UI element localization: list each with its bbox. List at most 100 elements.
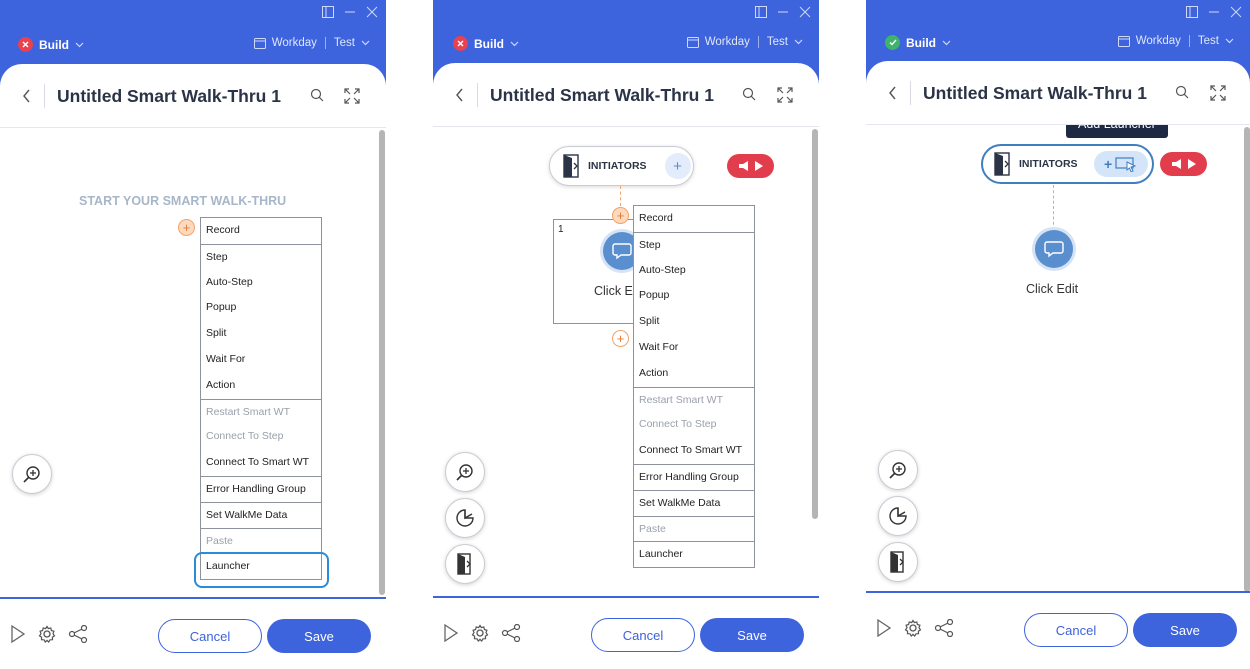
door-exit-icon xyxy=(563,154,579,178)
flow-canvas[interactable]: INITIATORS + 1 Click Edit + + Record Ste… xyxy=(433,127,819,597)
close-icon[interactable] xyxy=(366,6,378,18)
initiators-node[interactable]: INITIATORS + xyxy=(981,144,1154,184)
add-step-button[interactable]: + xyxy=(178,219,195,236)
chevron-down-icon xyxy=(942,40,951,45)
back-arrow-icon[interactable] xyxy=(888,86,897,100)
search-icon[interactable] xyxy=(1175,85,1189,99)
save-button[interactable]: Save xyxy=(267,619,371,653)
minimize-icon[interactable] xyxy=(1208,6,1220,18)
build-dropdown[interactable]: Build xyxy=(18,37,84,52)
panel-3: Build Workday Test Untitled Smart Walk-T… xyxy=(866,0,1250,669)
editor-card: Untitled Smart Walk-Thru 1 INITIATORS + … xyxy=(433,63,819,668)
menu-item-restart-smart-wt: Restart Smart WT xyxy=(634,386,754,413)
menu-item-connect-to-smart-wt[interactable]: Connect To Smart WT xyxy=(634,438,754,464)
dock-icon[interactable] xyxy=(1186,6,1198,18)
scrollbar[interactable] xyxy=(812,129,818,519)
menu-item-popup[interactable]: Popup xyxy=(634,283,754,309)
back-arrow-icon[interactable] xyxy=(22,89,31,103)
close-icon[interactable] xyxy=(799,6,811,18)
save-button[interactable]: Save xyxy=(700,618,804,652)
menu-item-paste: Paste xyxy=(201,527,321,554)
speech-bubble-icon xyxy=(612,243,632,260)
menu-item-restart-smart-wt: Restart Smart WT xyxy=(201,398,321,425)
cancel-button[interactable]: Cancel xyxy=(158,619,262,653)
close-icon[interactable] xyxy=(1230,6,1242,18)
menu-item-wait-for[interactable]: Wait For xyxy=(634,335,754,361)
page-title[interactable]: Untitled Smart Walk-Thru 1 xyxy=(57,86,281,107)
add-step-after-button[interactable]: + xyxy=(612,330,629,347)
minimize-icon[interactable] xyxy=(344,6,356,18)
scrollbar[interactable] xyxy=(1244,127,1250,592)
add-initiator-button[interactable]: + xyxy=(664,153,691,179)
menu-item-action[interactable]: Action xyxy=(201,373,321,399)
menu-item-auto-step[interactable]: Auto-Step xyxy=(201,270,321,296)
launch-indicator[interactable] xyxy=(727,154,774,178)
chevron-down-icon xyxy=(361,40,370,46)
cancel-button[interactable]: Cancel xyxy=(591,618,695,652)
save-button[interactable]: Save xyxy=(1133,613,1237,647)
gear-icon[interactable] xyxy=(471,624,489,642)
dock-icon[interactable] xyxy=(755,6,767,18)
build-dropdown[interactable]: Build xyxy=(453,36,519,51)
menu-item-launcher[interactable]: Launcher xyxy=(634,541,754,567)
play-icon[interactable] xyxy=(876,619,892,637)
share-icon[interactable] xyxy=(501,624,521,642)
play-icon[interactable] xyxy=(443,624,459,642)
scrollbar[interactable] xyxy=(379,130,385,595)
expand-icon[interactable] xyxy=(344,88,360,104)
error-status-icon xyxy=(453,36,468,51)
menu-item-error-handling-group[interactable]: Error Handling Group xyxy=(201,475,321,502)
step-node[interactable] xyxy=(1035,230,1073,268)
step-card[interactable]: 1 Click Edit xyxy=(553,219,646,324)
expand-icon[interactable] xyxy=(1210,85,1226,101)
environment-selector[interactable]: Workday Test xyxy=(253,37,370,49)
analytics-button[interactable] xyxy=(878,496,918,536)
page-title[interactable]: Untitled Smart Walk-Thru 1 xyxy=(490,85,714,106)
menu-item-step[interactable]: Step xyxy=(201,243,321,270)
add-launcher-tooltip: Add Launcher xyxy=(1066,125,1168,138)
menu-item-auto-step[interactable]: Auto-Step xyxy=(634,258,754,284)
zoom-in-button[interactable] xyxy=(878,450,918,490)
flow-canvas[interactable]: INITIATORS + Add Launcher Click Edit xyxy=(866,125,1250,595)
menu-item-popup[interactable]: Popup xyxy=(201,295,321,321)
add-launcher-button[interactable]: + xyxy=(1093,151,1148,177)
menu-item-step[interactable]: Step xyxy=(634,231,754,258)
build-dropdown[interactable]: Build xyxy=(885,35,951,50)
dock-icon[interactable] xyxy=(322,6,334,18)
menu-item-set-walkme-data[interactable]: Set WalkMe Data xyxy=(634,489,754,516)
page-title[interactable]: Untitled Smart Walk-Thru 1 xyxy=(923,83,1147,104)
menu-item-split[interactable]: Split xyxy=(201,321,321,347)
menu-item-split[interactable]: Split xyxy=(634,309,754,335)
initiators-node[interactable]: INITIATORS + xyxy=(549,146,694,186)
share-icon[interactable] xyxy=(68,625,88,643)
share-icon[interactable] xyxy=(934,619,954,637)
gear-icon[interactable] xyxy=(904,619,922,637)
initiators-button[interactable] xyxy=(878,542,918,582)
search-icon[interactable] xyxy=(742,87,756,101)
initiators-button[interactable] xyxy=(445,544,485,584)
expand-icon[interactable] xyxy=(777,87,793,103)
search-icon[interactable] xyxy=(310,88,324,102)
menu-item-action[interactable]: Action xyxy=(634,361,754,387)
environment-selector[interactable]: Workday Test xyxy=(1117,35,1234,47)
menu-item-record[interactable]: Record xyxy=(634,206,754,232)
analytics-button[interactable] xyxy=(445,498,485,538)
play-icon[interactable] xyxy=(10,625,26,643)
environment-selector[interactable]: Workday Test xyxy=(686,36,803,48)
back-arrow-icon[interactable] xyxy=(455,88,464,102)
zoom-in-button[interactable] xyxy=(445,452,485,492)
cancel-button[interactable]: Cancel xyxy=(1024,613,1128,647)
editor-card: Untitled Smart Walk-Thru 1 INITIATORS + … xyxy=(866,61,1250,666)
minimize-icon[interactable] xyxy=(777,6,789,18)
add-step-button[interactable]: + xyxy=(612,207,629,224)
menu-item-connect-to-smart-wt[interactable]: Connect To Smart WT xyxy=(201,450,321,476)
launch-indicator[interactable] xyxy=(1160,152,1207,176)
menu-item-set-walkme-data[interactable]: Set WalkMe Data xyxy=(201,501,321,528)
gear-icon[interactable] xyxy=(38,625,56,643)
door-exit-icon xyxy=(890,551,904,573)
flow-canvas[interactable]: START YOUR SMART WALK-THRU + Record Step… xyxy=(0,128,386,598)
menu-item-record[interactable]: Record xyxy=(201,218,321,244)
menu-item-wait-for[interactable]: Wait For xyxy=(201,347,321,373)
zoom-in-button[interactable] xyxy=(12,454,52,494)
menu-item-error-handling-group[interactable]: Error Handling Group xyxy=(634,463,754,490)
